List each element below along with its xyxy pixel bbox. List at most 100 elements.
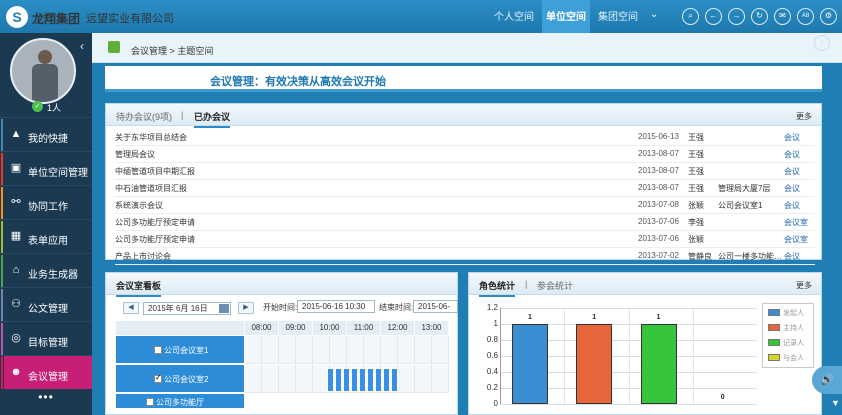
prev-day-icon[interactable]: ◀ [123, 302, 139, 314]
meeting-type-link[interactable]: 会议 [784, 251, 800, 262]
booked-slot[interactable] [375, 368, 382, 392]
forward-icon[interactable]: → [728, 8, 745, 25]
date-field[interactable]: 2015年 6月 16日 [143, 302, 231, 315]
schedule-cell[interactable] [262, 336, 279, 364]
meeting-title[interactable]: 关于东华项目总结会 [115, 132, 187, 143]
breadcrumb-section[interactable]: 会议管理 [131, 46, 167, 56]
schedule-cell[interactable] [398, 336, 415, 364]
sidebar-item-4[interactable]: ▦ 表单应用 [0, 219, 92, 254]
schedule-cell[interactable] [296, 336, 313, 364]
sidebar-item-3[interactable]: ⚯ 协同工作 [0, 185, 92, 220]
meeting-title[interactable]: 管理局会议 [115, 149, 155, 160]
booked-slot[interactable] [327, 368, 334, 392]
schedule-cell[interactable] [381, 336, 398, 364]
chevron-down-icon[interactable]: ⌄ [650, 9, 658, 20]
schedule-cell[interactable] [398, 365, 415, 393]
help-icon[interactable]: ↑ [814, 35, 830, 51]
collapse-icon[interactable]: ‹ [80, 39, 84, 53]
meeting-room-row[interactable]: 公司会议室1 [116, 336, 244, 364]
booked-slot[interactable] [343, 368, 350, 392]
schedule-cell[interactable] [364, 336, 381, 364]
tab-attendance-stats[interactable]: 参会统计 [537, 279, 573, 292]
meeting-title[interactable]: 产品上市讨论会 [115, 251, 171, 262]
y-tick-label: 0.8 [486, 335, 498, 344]
sidebar-item-8[interactable]: ☻ 会议管理 [0, 355, 92, 390]
schedule-cell[interactable] [245, 365, 262, 393]
sidebar-item-label: 协同工作 [28, 202, 68, 213]
hour-header: 11:00 [347, 321, 381, 335]
settings-icon[interactable]: ⚙ [820, 8, 837, 25]
scroll-down-icon[interactable]: ▼ [829, 398, 842, 412]
sidebar-more-icon[interactable]: ••• [0, 390, 92, 404]
meeting-title[interactable]: 系统演示会议 [115, 200, 163, 211]
back-icon[interactable]: ← [705, 8, 722, 25]
sidebar-item-6[interactable]: ⚇ 公文管理 [0, 287, 92, 322]
room-checkbox[interactable] [146, 398, 154, 406]
stats-more-link[interactable]: 更多 [796, 280, 812, 291]
end-time-field[interactable]: 2015-06- [413, 300, 458, 313]
tab-personal-space[interactable]: 个人空间 [488, 0, 540, 33]
meeting-title[interactable]: 公司多功能厅预定申请 [115, 217, 195, 228]
schedule-cell[interactable] [432, 365, 449, 393]
y-tick-label: 1 [493, 319, 498, 328]
schedule-cell[interactable] [415, 365, 432, 393]
end-time-label: 结束时间: [379, 303, 414, 312]
meeting-type-link[interactable]: 会议 [784, 132, 800, 143]
sidebar-item-7[interactable]: ◎ 目标管理 [0, 321, 92, 356]
meeting-title[interactable]: 中缅管道项目中期汇报 [115, 166, 195, 177]
tab-group-space[interactable]: 集团空间 [592, 0, 644, 33]
text-size-icon[interactable]: A8 [797, 8, 814, 25]
meeting-type-link[interactable]: 会议 [784, 200, 800, 211]
booked-slot[interactable] [335, 368, 342, 392]
sidebar-item-5[interactable]: ⌂ 业务生成器 [0, 253, 92, 288]
meetings-more-link[interactable]: 更多 [796, 111, 812, 122]
sidebar-item-1[interactable]: ▲ 我的快捷 [0, 117, 92, 152]
tab-done-meetings[interactable]: 已办会议 [194, 110, 231, 128]
avatar[interactable] [10, 38, 76, 104]
schedule-cell[interactable] [415, 336, 432, 364]
refresh-icon[interactable]: ↻ [751, 8, 768, 25]
schedule-cell[interactable] [432, 336, 449, 364]
booked-slot[interactable] [359, 368, 366, 392]
search-icon[interactable]: ⌕ [682, 8, 699, 25]
booked-slot[interactable] [351, 368, 358, 392]
meeting-room-row[interactable]: 公司会议室2 [116, 365, 244, 393]
schedule-cell[interactable] [313, 336, 330, 364]
breadcrumb-page: 主题空间 [177, 46, 214, 56]
meeting-title[interactable]: 中石油管道项目汇报 [115, 183, 187, 194]
message-icon[interactable]: ✉ [774, 8, 791, 25]
schedule-cell[interactable] [262, 365, 279, 393]
schedule-cell[interactable] [279, 336, 296, 364]
schedule-cell[interactable] [347, 336, 364, 364]
schedule-cell[interactable] [245, 336, 262, 364]
meeting-room-row[interactable]: 公司多功能厅 [116, 394, 244, 409]
meeting-type-link[interactable]: 会议室 [784, 234, 808, 245]
meeting-type-link[interactable]: 会议 [784, 166, 800, 177]
meeting-type-link[interactable]: 会议室 [784, 217, 808, 228]
calendar-icon[interactable] [219, 304, 229, 313]
room-checkbox[interactable] [154, 346, 162, 354]
tab-unit-space[interactable]: 单位空间 [542, 0, 590, 33]
schedule-cell[interactable] [279, 365, 296, 393]
room-checkbox[interactable] [154, 373, 162, 383]
meeting-type-link[interactable]: 会议 [784, 183, 800, 194]
meeting-type-link[interactable]: 会议 [784, 149, 800, 160]
y-tick-label: 0 [493, 399, 498, 408]
speaker-icon[interactable]: 🔊 [812, 366, 842, 394]
booked-slot[interactable] [383, 368, 390, 392]
schedule-cell[interactable] [330, 336, 347, 364]
booked-slot[interactable] [367, 368, 374, 392]
y-tick-label: 1.2 [486, 303, 498, 312]
tab-role-stats[interactable]: 角色统计 [479, 279, 516, 297]
next-day-icon[interactable]: ▶ [238, 302, 254, 314]
meeting-room: 公司会议室1 [718, 201, 763, 210]
bar-value-label: 1 [592, 314, 597, 321]
schedule-cell[interactable] [296, 365, 313, 393]
start-time-field[interactable]: 2015-06-16 10:30 [297, 300, 375, 313]
booked-slot[interactable] [391, 368, 398, 392]
sidebar-item-2[interactable]: ▣ 单位空间管理 [0, 151, 92, 186]
meeting-title[interactable]: 公司多功能厅预定申请 [115, 234, 195, 245]
meeting-date: 2015-06-13 [638, 132, 679, 141]
tab-room-board[interactable]: 会议室看板 [116, 279, 162, 297]
tab-pending-meetings[interactable]: 待办会议(9项) [116, 110, 172, 123]
